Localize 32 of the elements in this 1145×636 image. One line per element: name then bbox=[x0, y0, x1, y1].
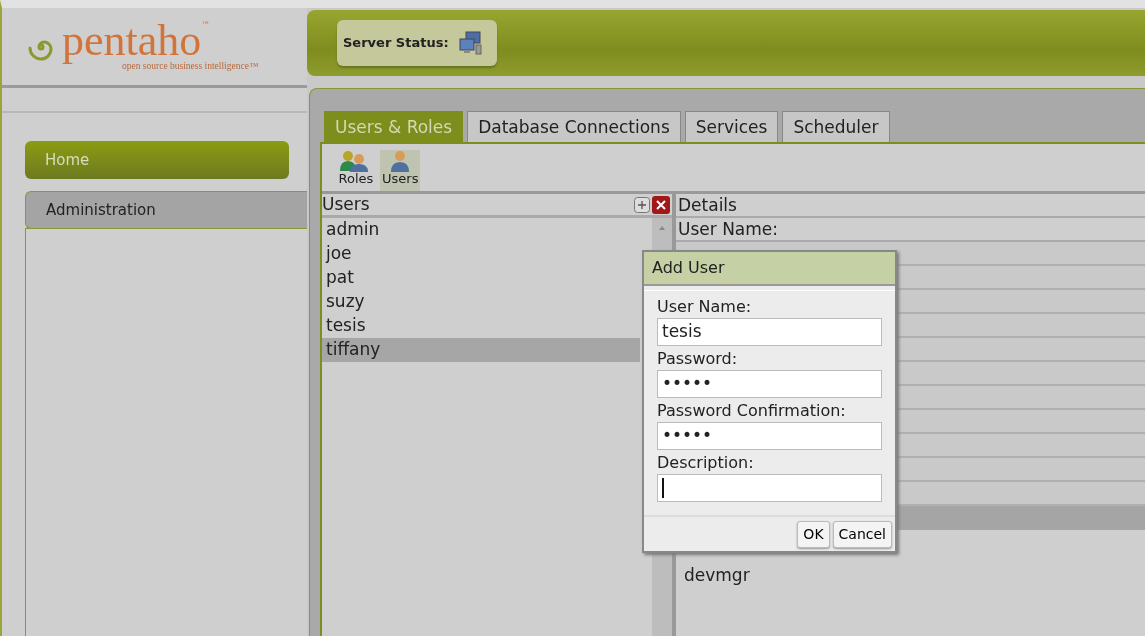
server-status-label: Server Status: bbox=[343, 34, 449, 53]
tab[interactable]: Services bbox=[684, 111, 779, 142]
input-field[interactable]: ••••• bbox=[657, 370, 882, 398]
logo-tagline: open source business intelligence™ bbox=[122, 61, 259, 74]
scroll-up-arrow-icon[interactable] bbox=[657, 224, 667, 232]
dialog-button[interactable]: Cancel bbox=[832, 521, 892, 548]
panel-title: Details bbox=[676, 194, 1145, 218]
toolbar-button[interactable]: Users bbox=[380, 150, 421, 191]
field-label: Password Confirmation: bbox=[657, 401, 847, 421]
trademark-sign: ™ bbox=[201, 19, 211, 33]
delete-icon[interactable] bbox=[652, 195, 670, 214]
tab[interactable]: Scheduler bbox=[782, 111, 890, 142]
user-list-item[interactable]: admin bbox=[322, 218, 652, 242]
panel-title: Users bbox=[322, 192, 371, 216]
tab[interactable]: Database Connections bbox=[467, 111, 681, 142]
text-cursor bbox=[662, 478, 664, 498]
dialog-button[interactable]: OK bbox=[797, 521, 830, 548]
input-field[interactable] bbox=[657, 474, 882, 502]
field-label: Password: bbox=[657, 349, 739, 369]
computers-icon[interactable] bbox=[458, 31, 483, 55]
sidebar-item[interactable]: Administration bbox=[25, 191, 307, 229]
add-icon[interactable] bbox=[634, 196, 650, 213]
input-field[interactable]: tesis bbox=[657, 318, 882, 346]
person-icon bbox=[389, 150, 412, 172]
list-item[interactable]: devmgr bbox=[680, 565, 750, 585]
field-label: Description: bbox=[657, 453, 755, 473]
field-label: User Name: bbox=[657, 297, 753, 317]
user-list-item[interactable]: tiffany bbox=[322, 338, 640, 362]
dialog-title: Add User bbox=[644, 252, 895, 286]
logo-wordmark: pentaho bbox=[62, 19, 202, 64]
input-field[interactable]: ••••• bbox=[657, 422, 882, 450]
toolbar-button[interactable]: Roles bbox=[336, 150, 376, 191]
